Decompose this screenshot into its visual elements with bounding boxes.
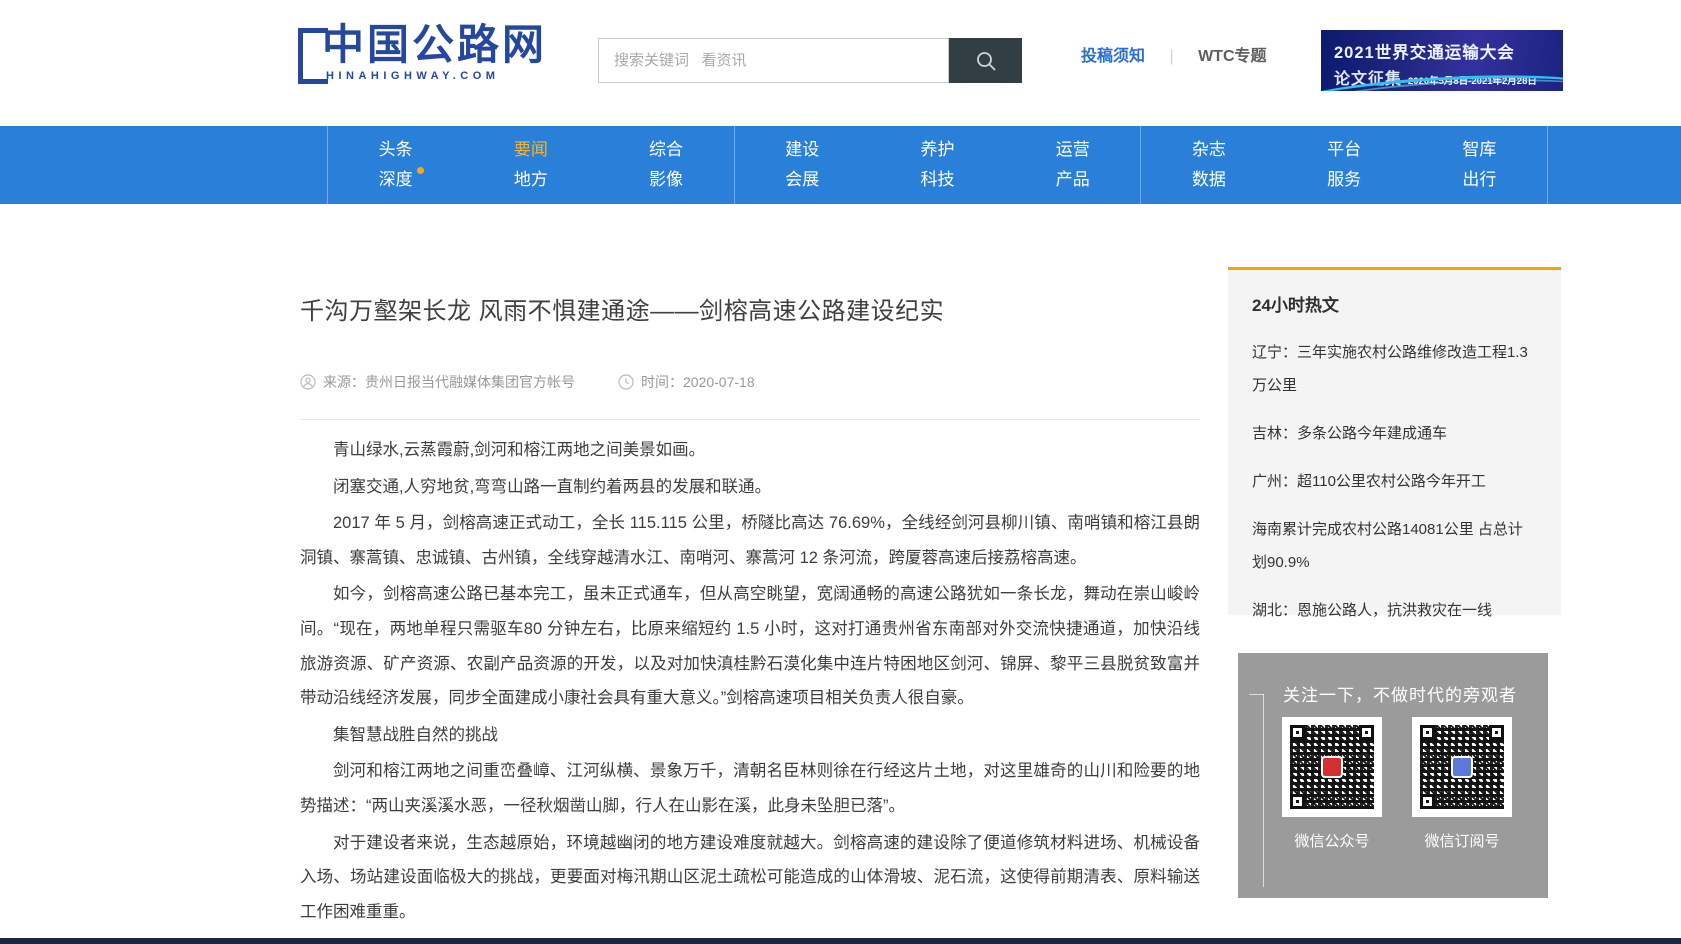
corner-line-decoration <box>1249 694 1264 695</box>
logo-text: 中国公路网 <box>322 22 547 68</box>
nav-item-magazine[interactable]: 杂志 <box>1192 140 1226 160</box>
nav-item-services[interactable]: 服务 <box>1327 170 1361 190</box>
nav-item-video[interactable]: 影像 <box>649 170 683 190</box>
qr-label-official: 微信公众号 <box>1282 830 1382 851</box>
article-paragraph: 集智慧战胜自然的挑战 <box>300 718 1200 753</box>
header-links: 投稿须知 | WTC专题 <box>1081 42 1267 66</box>
wtc-banner-ad[interactable]: 2021世界交通运输大会 论文征集 2020年5月8日-2021年2月28日 <box>1321 30 1563 91</box>
qrcode-wechat-official-account <box>1282 717 1382 817</box>
nav-item-thinktank[interactable]: 智库 <box>1462 140 1496 160</box>
article-source: 来源：贵州日报当代融媒体集团官方帐号 <box>300 372 575 392</box>
follow-title: 关注一下，不做时代的旁观者 <box>1283 681 1517 706</box>
search-input[interactable] <box>598 38 949 83</box>
footer-strip <box>0 938 1681 944</box>
nav-col-1: 头条 深度 <box>328 126 463 204</box>
qrcode-pattern <box>1420 725 1504 809</box>
main-nav: 头条 深度 要闻 地方 综合 影像 建设 会展 养护 科技 运营 产品 <box>0 126 1681 204</box>
nav-col-2: 要闻 地方 <box>463 126 598 204</box>
nav-col-6: 运营 产品 <box>1005 126 1140 204</box>
hot-article-link[interactable]: 吉林：多条公路今年建成通车 <box>1252 417 1537 450</box>
article: 千沟万壑架长龙 风雨不惧建通途——剑榕高速公路建设纪实 来源：贵州日报当代融媒体… <box>300 297 1200 944</box>
article-paragraph: 剑河和榕江两地之间重峦叠嶂、江河纵横、景象万千，清朝名臣林则徐在行经这片土地，对… <box>300 754 1200 823</box>
follow-box: 关注一下，不做时代的旁观者 微信公众号 微信订阅号 <box>1238 653 1548 898</box>
nav-item-technology[interactable]: 科技 <box>920 170 954 190</box>
hot-article-link[interactable]: 广州：超110公里农村公路今年开工 <box>1252 465 1537 498</box>
qrcode-pattern <box>1290 725 1374 809</box>
hot-article-link[interactable]: 辽宁：三年实施农村公路维修改造工程1.3万公里 <box>1252 336 1537 402</box>
qr-finder-mark <box>1359 725 1374 740</box>
article-paragraph: 如今，剑榕高速公路已基本完工，虽未正式通车，但从高空眺望，宽阔通畅的高速公路犹如… <box>300 577 1200 715</box>
hot-articles-box: 24小时热文 辽宁：三年实施农村公路维修改造工程1.3万公里 吉林：多条公路今年… <box>1228 267 1561 615</box>
clock-icon <box>618 374 634 390</box>
nav-item-key-news[interactable]: 要闻 <box>514 140 548 160</box>
article-paragraph: 2017 年 5 月，剑榕高速正式动工，全长 115.115 公里，桥隧比高达 … <box>300 506 1200 575</box>
nav-col-4: 建设 会展 <box>735 126 870 204</box>
nav-item-depth[interactable]: 深度 <box>379 170 413 190</box>
corner-line-decoration <box>1263 694 1264 887</box>
qrcode-wechat-subscription <box>1412 717 1512 817</box>
author-icon <box>300 374 316 390</box>
page: 中国公路网 HINAHIGHWAY.COM 投稿须知 | WTC专题 2021世… <box>0 0 1681 944</box>
nav-col-7: 杂志 数据 <box>1141 126 1276 204</box>
article-time: 时间：2020-07-18 <box>618 372 755 392</box>
nav-item-comprehensive[interactable]: 综合 <box>649 140 683 160</box>
nav-item-headlines[interactable]: 头条 <box>379 140 413 160</box>
nav-item-platform[interactable]: 平台 <box>1327 140 1361 160</box>
nav-item-exhibition[interactable]: 会展 <box>785 170 819 190</box>
qr-finder-mark <box>1420 794 1435 809</box>
link-wtc-special[interactable]: WTC专题 <box>1198 48 1266 65</box>
site-header: 中国公路网 HINAHIGHWAY.COM 投稿须知 | WTC专题 2021世… <box>0 0 1681 126</box>
qr-finder-mark <box>1290 725 1305 740</box>
article-divider <box>300 419 1200 420</box>
search-bar <box>598 38 1022 83</box>
qr-center-logo <box>1451 756 1473 778</box>
logo-subtext: HINAHIGHWAY.COM <box>326 70 547 82</box>
qr-finder-mark <box>1420 725 1435 740</box>
nav-item-operation[interactable]: 运营 <box>1056 140 1090 160</box>
link-separator: | <box>1169 48 1173 65</box>
link-submission-notice[interactable]: 投稿须知 <box>1081 48 1145 65</box>
nav-col-9: 智库 出行 <box>1412 126 1547 204</box>
search-button[interactable] <box>949 38 1022 83</box>
article-paragraph: 青山绿水,云蒸霞蔚,剑河和榕江两地之间美景如画。 <box>300 433 1200 468</box>
article-body: 青山绿水,云蒸霞蔚,剑河和榕江两地之间美景如画。 闭塞交通,人穷地贫,弯弯山路一… <box>300 433 1200 944</box>
nav-divider <box>1547 126 1548 204</box>
qr-label-subscription: 微信订阅号 <box>1412 830 1512 851</box>
qr-finder-mark <box>1489 725 1504 740</box>
hot-articles-title: 24小时热文 <box>1252 291 1537 316</box>
nav-item-maintenance[interactable]: 养护 <box>920 140 954 160</box>
nav-col-3: 综合 影像 <box>598 126 733 204</box>
qr-finder-mark <box>1290 794 1305 809</box>
nav-item-travel[interactable]: 出行 <box>1462 170 1496 190</box>
site-logo[interactable]: 中国公路网 HINAHIGHWAY.COM <box>298 22 547 84</box>
hot-article-link[interactable]: 海南累计完成农村公路14081公里 占总计划90.9% <box>1252 513 1537 579</box>
nav-item-local[interactable]: 地方 <box>514 170 548 190</box>
hot-article-link[interactable]: 湖北：恩施公路人，抗洪救灾在一线 <box>1252 594 1537 627</box>
search-icon <box>974 49 998 73</box>
article-title: 千沟万壑架长龙 风雨不惧建通途——剑榕高速公路建设纪实 <box>300 297 1200 327</box>
banner-title: 2021世界交通运输大会 <box>1334 39 1563 63</box>
article-paragraph: 闭塞交通,人穷地贫,弯弯山路一直制约着两县的发展和联通。 <box>300 470 1200 505</box>
qr-center-logo <box>1321 756 1343 778</box>
article-paragraph: 对于建设者来说，生态越原始，环境越幽闭的地方建设难度就越大。剑榕高速的建设除了便… <box>300 826 1200 930</box>
nav-item-construction[interactable]: 建设 <box>785 140 819 160</box>
nav-item-products[interactable]: 产品 <box>1056 170 1090 190</box>
new-badge-dot <box>417 167 424 174</box>
article-meta: 来源：贵州日报当代融媒体集团官方帐号 时间：2020-07-18 <box>300 372 1200 392</box>
nav-item-data[interactable]: 数据 <box>1192 170 1226 190</box>
nav-col-8: 平台 服务 <box>1277 126 1412 204</box>
nav-col-5: 养护 科技 <box>870 126 1005 204</box>
